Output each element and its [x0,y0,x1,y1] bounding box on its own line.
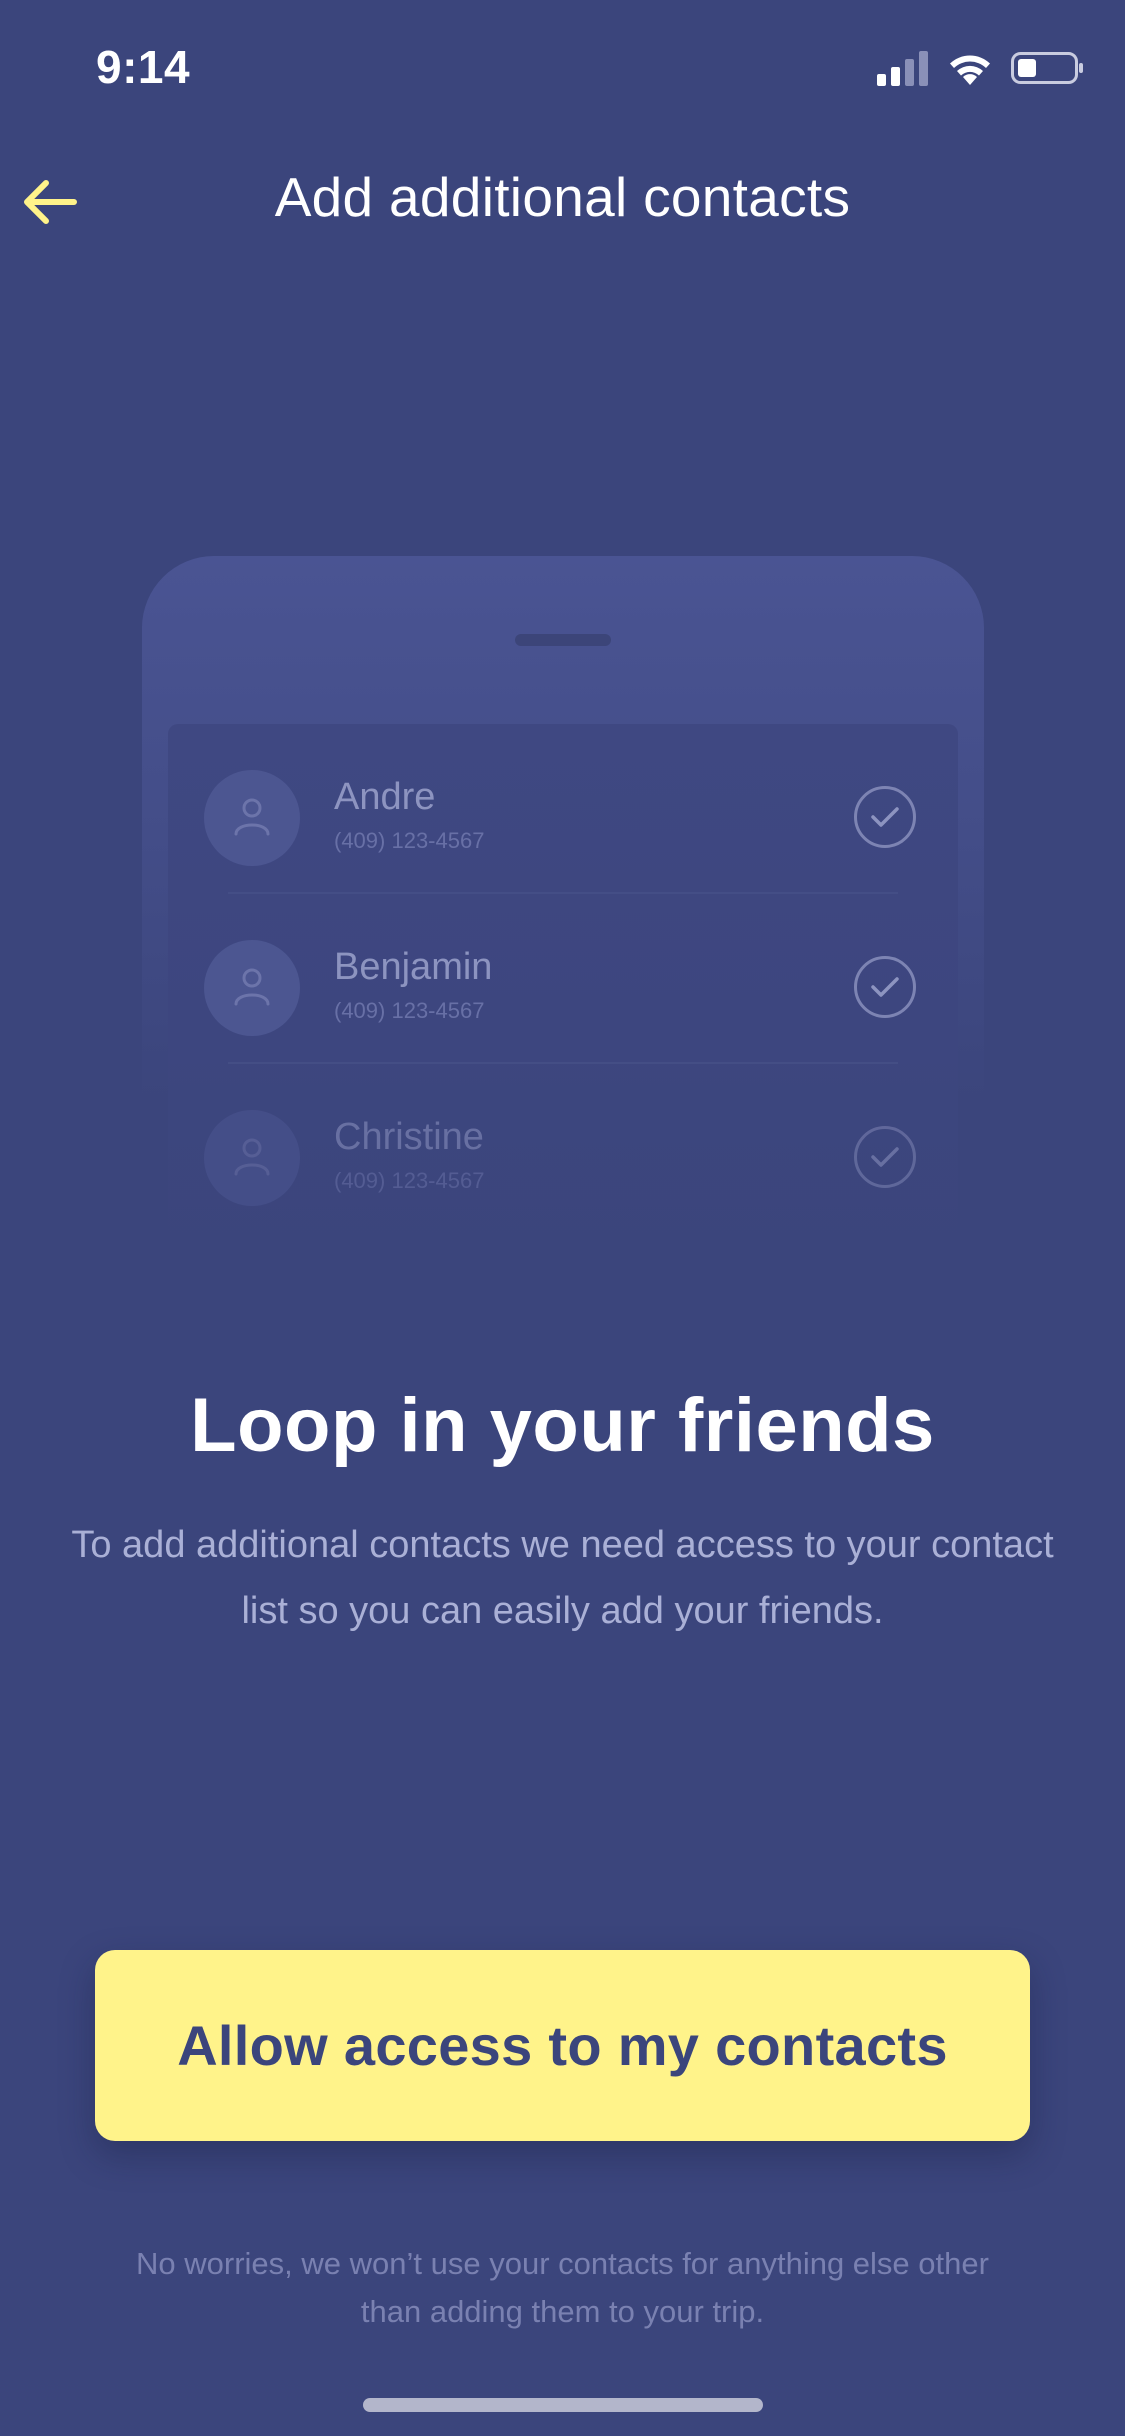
contact-row: Andre (409) 123-4567 [168,724,958,894]
home-indicator[interactable] [363,2398,763,2412]
contact-row: Benjamin (409) 123-4567 [168,894,958,1064]
wifi-icon [947,50,993,91]
allow-contacts-button-label: Allow access to my contacts [177,2014,948,2077]
person-icon [230,1134,274,1183]
privacy-footnote: No worries, we won’t use your contacts f… [136,2246,989,2329]
avatar [204,940,300,1036]
contact-row: Christine (409) 123-4567 [168,1064,958,1234]
battery-icon [1011,50,1085,91]
contacts-permission-screen: 9:14 Add additional contacts Andre (409)… [0,0,1125,2436]
phone-speaker [515,634,611,646]
contact-name: Benjamin [334,946,493,988]
check-circle-icon [854,786,916,848]
status-bar: 9:14 [0,0,1125,135]
contact-name: Andre [334,776,436,818]
person-icon [230,964,274,1013]
headline: Loop in your friends [190,1383,935,1468]
page-title: Add additional contacts [274,166,851,228]
contact-phone: (409) 123-4567 [334,1168,485,1193]
phone-illustration: Andre (409) 123-4567 Benjamin (409) 123-… [142,556,984,1264]
avatar [204,1110,300,1206]
description: To add additional contacts we need acces… [71,1524,1054,1632]
contact-phone: (409) 123-4567 [334,998,485,1023]
contact-name: Christine [334,1116,484,1158]
avatar [204,770,300,866]
person-icon [230,794,274,843]
status-icons [877,50,1085,91]
check-circle-icon [854,1126,916,1188]
phone-screen: Andre (409) 123-4567 Benjamin (409) 123-… [168,724,958,1264]
allow-contacts-button[interactable]: Allow access to my contacts [95,1950,1030,2141]
status-time: 9:14 [96,41,191,93]
check-circle-icon [854,956,916,1018]
cellular-signal-icon [877,50,929,91]
contact-phone: (409) 123-4567 [334,828,485,853]
